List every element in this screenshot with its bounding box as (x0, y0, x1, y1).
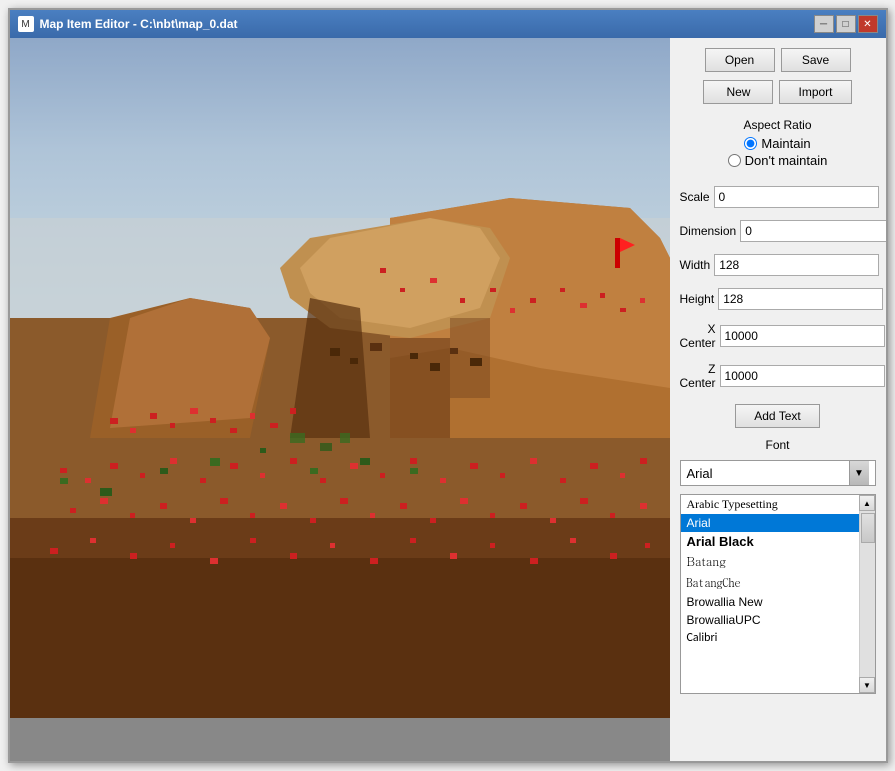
font-selected-text: Arial (687, 466, 713, 481)
font-list-item-arabic-typesetting[interactable]: Arabic Typesetting (681, 495, 859, 514)
main-window: M Map Item Editor - C:\nbt\map_0.dat ─ □… (8, 8, 888, 763)
dimension-input[interactable] (740, 220, 885, 242)
dont-maintain-label: Don't maintain (745, 153, 828, 168)
font-list-item-browallia-new[interactable]: Browallia New (681, 593, 859, 611)
content-area: Open Save New Import Aspect Ratio Mainta… (10, 38, 886, 761)
x-center-row: X Center (680, 320, 876, 352)
scroll-thumb[interactable] (861, 513, 875, 543)
maintain-radio-option: Maintain (686, 136, 870, 151)
scale-row: Scale (680, 184, 876, 210)
font-list-item-browalliaUPC[interactable]: BrowalliaUPC (681, 611, 859, 629)
z-center-label: Z Center (680, 362, 716, 390)
open-button[interactable]: Open (705, 48, 775, 72)
aspect-ratio-title: Aspect Ratio (686, 118, 870, 132)
save-button[interactable]: Save (781, 48, 851, 72)
add-text-button[interactable]: Add Text (735, 404, 819, 428)
right-panel: Open Save New Import Aspect Ratio Mainta… (670, 38, 886, 761)
map-canvas (10, 38, 670, 718)
height-label: Height (680, 292, 715, 306)
scroll-track (860, 511, 875, 677)
scroll-up-button[interactable]: ▲ (859, 495, 875, 511)
window-icon: M (18, 16, 34, 32)
maximize-button[interactable]: □ (836, 15, 856, 33)
minimize-button[interactable]: ─ (814, 15, 834, 33)
maintain-label: Maintain (761, 136, 810, 151)
font-list-scrollbar: ▲ ▼ (859, 495, 875, 693)
dont-maintain-radio-option: Don't maintain (686, 153, 870, 168)
map-canvas-area (10, 38, 670, 761)
x-center-label: X Center (680, 322, 716, 350)
scale-input[interactable] (714, 186, 879, 208)
font-list[interactable]: Arabic Typesetting Arial Arial Black Bat… (681, 495, 859, 693)
font-label: Font (680, 438, 876, 452)
open-save-row: Open Save (680, 48, 876, 72)
width-label: Width (680, 258, 711, 272)
new-button[interactable]: New (703, 80, 773, 104)
x-center-input[interactable] (720, 325, 885, 347)
close-button[interactable]: ✕ (858, 15, 878, 33)
font-list-item-batang[interactable]: Batang (681, 551, 859, 572)
font-select-display[interactable]: Arial ▼ (680, 460, 876, 486)
maintain-radio[interactable] (744, 137, 757, 150)
font-list-item-arial[interactable]: Arial (681, 514, 859, 532)
aspect-ratio-group: Aspect Ratio Maintain Don't maintain (680, 112, 876, 176)
scroll-down-button[interactable]: ▼ (859, 677, 875, 693)
font-list-item-arial-black[interactable]: Arial Black (681, 532, 859, 551)
height-row: Height (680, 286, 876, 312)
title-bar-buttons: ─ □ ✕ (814, 15, 878, 33)
font-dropdown-arrow[interactable]: ▼ (849, 461, 869, 485)
new-import-row: New Import (680, 80, 876, 104)
title-bar-left: M Map Item Editor - C:\nbt\map_0.dat (18, 16, 238, 32)
font-list-item-calibri[interactable]: Calibri (681, 629, 859, 647)
z-center-row: Z Center (680, 360, 876, 392)
font-dropdown-wrapper: Arial ▼ (680, 460, 876, 486)
add-text-row: Add Text (680, 404, 876, 428)
height-input[interactable] (718, 288, 883, 310)
dimension-label: Dimension (680, 224, 737, 238)
dont-maintain-radio[interactable] (728, 154, 741, 167)
font-list-item-batangche[interactable]: BatangChe (681, 572, 859, 593)
scale-label: Scale (680, 190, 710, 204)
title-bar: M Map Item Editor - C:\nbt\map_0.dat ─ □… (10, 10, 886, 38)
z-center-input[interactable] (720, 365, 885, 387)
window-title: Map Item Editor - C:\nbt\map_0.dat (40, 17, 238, 31)
width-row: Width (680, 252, 876, 278)
font-list-container: Arabic Typesetting Arial Arial Black Bat… (680, 494, 876, 694)
dimension-row: Dimension (680, 218, 876, 244)
import-button[interactable]: Import (779, 80, 851, 104)
width-input[interactable] (714, 254, 879, 276)
